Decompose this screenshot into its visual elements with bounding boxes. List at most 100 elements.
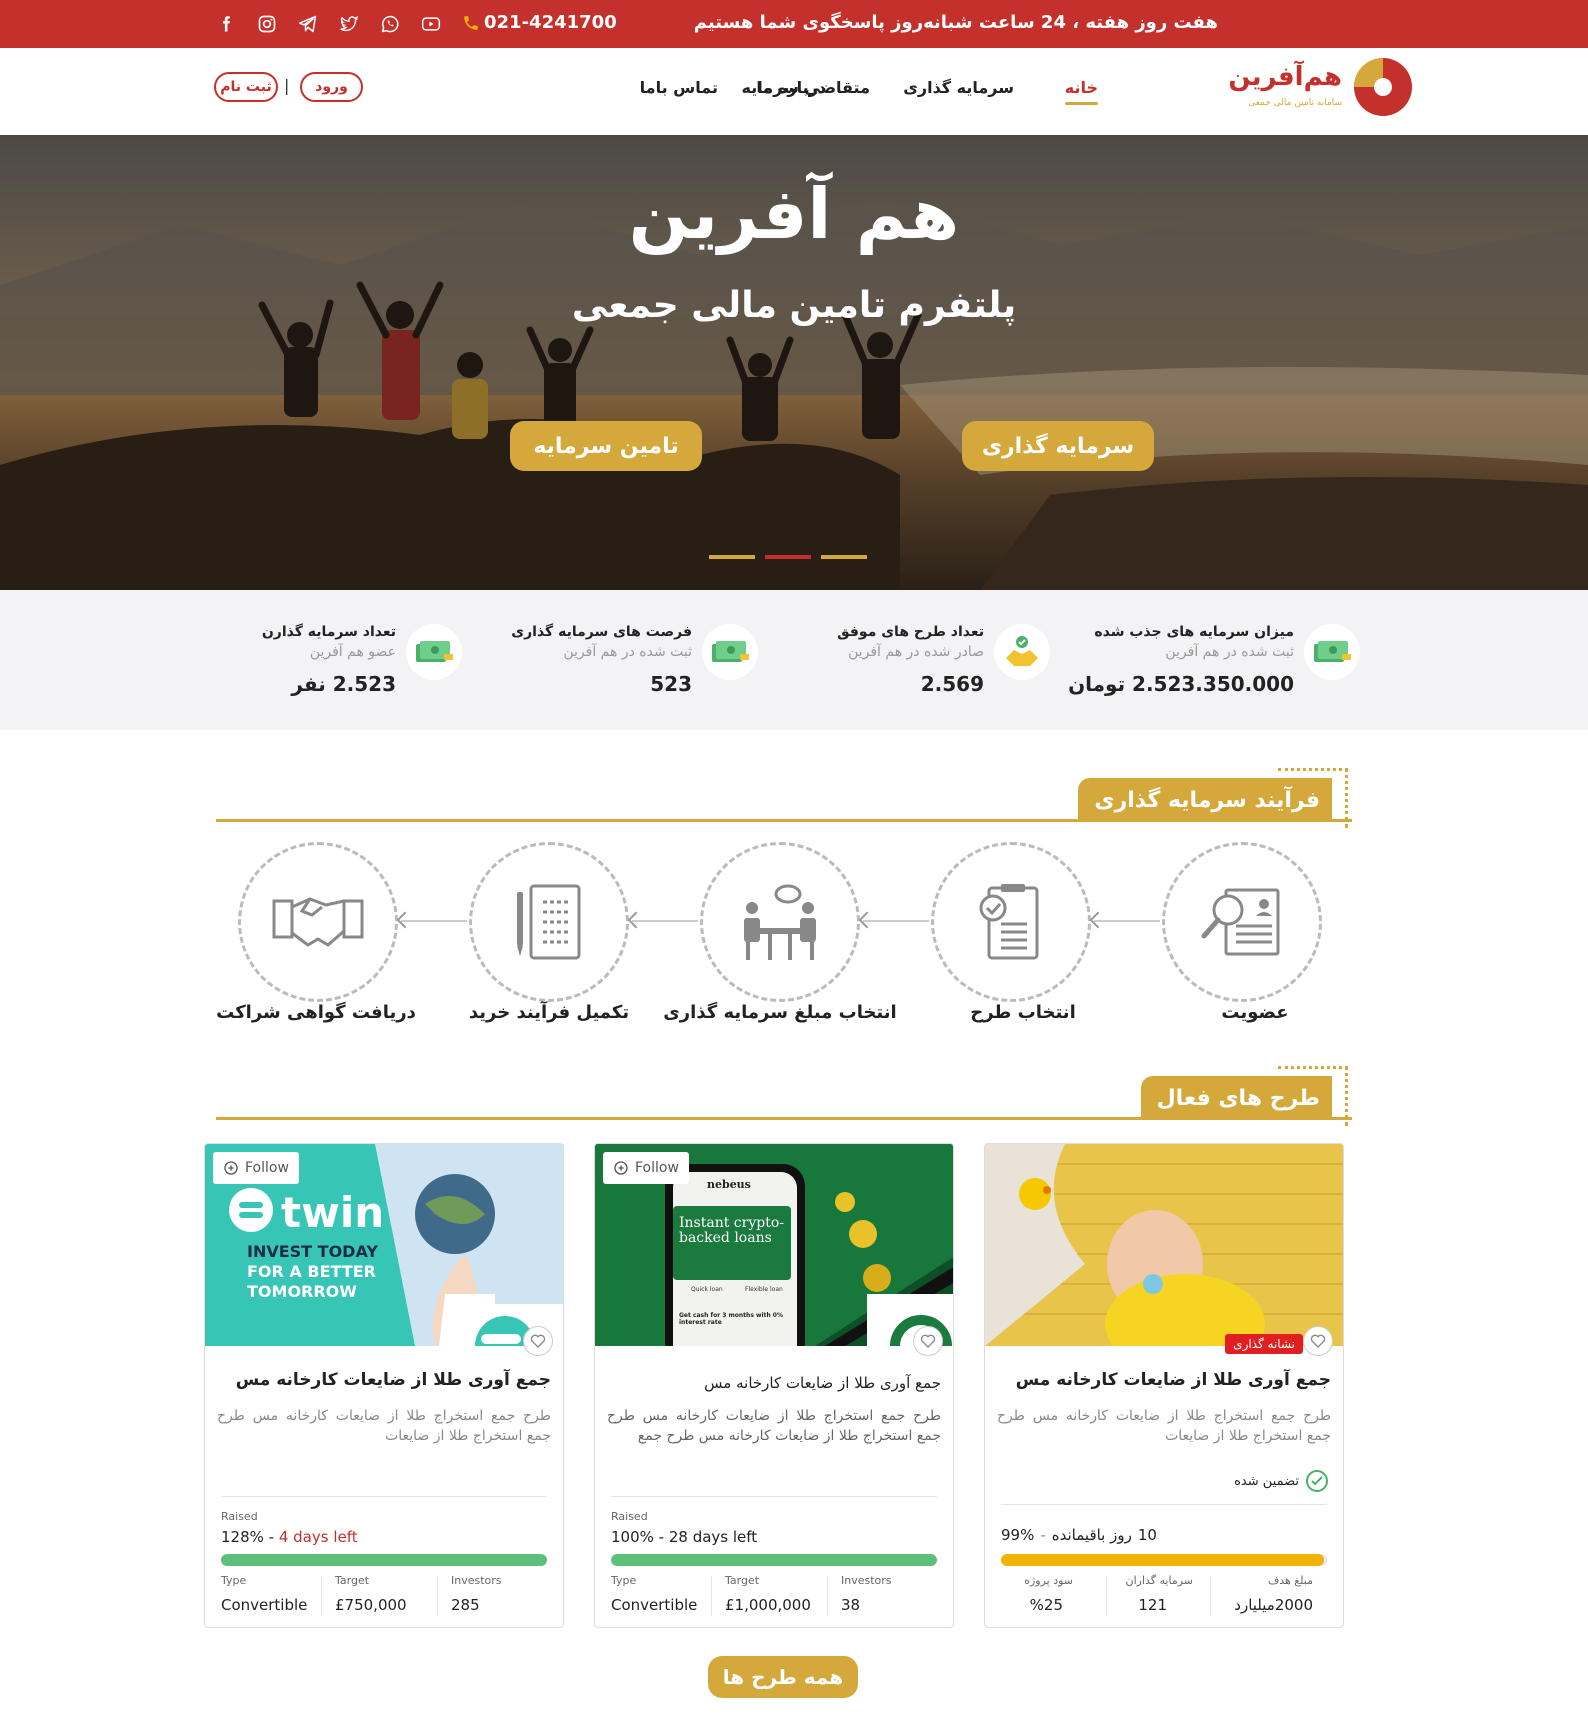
ad-tagline-line3: TOMORROW bbox=[247, 1282, 357, 1301]
nav-item-contact[interactable]: تماس باما bbox=[640, 78, 718, 97]
app-tab-flexible: Flexible loan bbox=[745, 1286, 783, 1293]
stat-subtitle: عضو هم آفرین bbox=[309, 644, 396, 660]
app-headline: Instant crypto-backed loans bbox=[679, 1215, 784, 1246]
divider bbox=[1001, 1504, 1327, 1505]
money-icon bbox=[406, 624, 462, 680]
target-label: مبلغ هدف bbox=[1267, 1574, 1313, 1587]
divider bbox=[321, 1576, 322, 1616]
heart-icon[interactable] bbox=[913, 1326, 943, 1356]
slider-dot-2[interactable] bbox=[765, 555, 811, 559]
target-value: £1,000,000 bbox=[725, 1596, 811, 1614]
step-label-complete-purchase: تکمیل فرآیند خرید bbox=[468, 1002, 630, 1023]
slider-dot-3[interactable] bbox=[821, 555, 867, 559]
project-title[interactable]: جمع آوری طلا از ضایعات کارخانه مس bbox=[704, 1374, 941, 1392]
divider bbox=[611, 1496, 937, 1497]
type-label: Type bbox=[221, 1574, 247, 1587]
stat-subtitle: ثبت شده در هم آفرین bbox=[563, 644, 692, 660]
project-card-baby[interactable]: نشانه گذاری جمع آوری طلا از ضایعات کارخا… bbox=[984, 1143, 1344, 1628]
ad-tagline-line1: INVEST TODAY bbox=[247, 1242, 378, 1261]
follow-label: Follow bbox=[245, 1160, 289, 1176]
investors-label: سرمایه گذاران bbox=[1125, 1574, 1194, 1587]
stat-value: 2.569 bbox=[920, 672, 984, 696]
telegram-icon[interactable] bbox=[296, 12, 320, 36]
login-button[interactable]: ورود bbox=[300, 72, 363, 102]
projects-section-heading: طرح های فعال bbox=[216, 1066, 1352, 1126]
plus-circle-icon bbox=[224, 1161, 238, 1175]
profit-label: سود پروژه bbox=[1024, 1574, 1073, 1587]
meeting-icon bbox=[744, 884, 816, 960]
invest-button[interactable]: سرمایه گذاری bbox=[962, 421, 1154, 471]
heart-icon[interactable] bbox=[1303, 1326, 1333, 1356]
divider bbox=[221, 1496, 547, 1497]
type-value: Convertible bbox=[611, 1596, 698, 1614]
project-description: طرح جمع استخراج طلا از ضایعات کارخانه مس… bbox=[997, 1408, 1331, 1444]
nav-item-about[interactable]: درباره ما bbox=[756, 78, 826, 97]
follow-button[interactable]: Follow bbox=[603, 1152, 689, 1184]
raised-percent: 128% bbox=[221, 1528, 264, 1546]
funding-progress-bar bbox=[1001, 1554, 1327, 1566]
projects-heading: طرح های فعال bbox=[1140, 1076, 1332, 1120]
instagram-icon[interactable] bbox=[255, 12, 279, 36]
app-tab-quick: Quick loan bbox=[691, 1286, 723, 1293]
nav-item-home[interactable]: خانه bbox=[1064, 78, 1099, 105]
days-left: 4 days left bbox=[278, 1528, 358, 1546]
step-membership bbox=[1162, 842, 1322, 1002]
investors-value: 38 bbox=[841, 1596, 861, 1614]
step-choose-amount bbox=[700, 842, 860, 1002]
days-number: 10 bbox=[1137, 1526, 1157, 1544]
social-links bbox=[214, 12, 443, 36]
logo-text: هم‌آفرین bbox=[1228, 62, 1342, 92]
project-title[interactable]: جمع آوری طلا از ضایعات کارخانه مس bbox=[1016, 1370, 1331, 1390]
stat-capital-raised: میزان سرمایه های جذب شده ثبت شده در هم آ… bbox=[1024, 624, 1360, 696]
project-description: طرح جمع استخراج طلا از ضایعات کارخانه مس… bbox=[607, 1408, 941, 1444]
phone-text: 021-4241700 bbox=[484, 12, 617, 33]
step-receive-certificate bbox=[238, 842, 398, 1002]
funding-button[interactable]: تامین سرمایه bbox=[510, 421, 702, 471]
progress-percent: 99% bbox=[1001, 1526, 1035, 1544]
money-icon bbox=[702, 624, 758, 680]
step-label-choose-project: انتخاب طرح bbox=[970, 1002, 1076, 1023]
app-brand: nebeus bbox=[707, 1178, 751, 1191]
progress-fill bbox=[1001, 1554, 1324, 1566]
project-card-twin[interactable]: twin INVEST TODAY FOR A BETTER TOMORROW … bbox=[204, 1143, 564, 1628]
progress-fill bbox=[611, 1554, 937, 1566]
ad-tagline-line2: FOR A BETTER bbox=[247, 1262, 376, 1281]
stat-title: تعداد سرمایه گذارن bbox=[261, 624, 396, 640]
step-choose-project bbox=[931, 842, 1091, 1002]
hero-title: هم آفرین bbox=[628, 173, 960, 255]
phone-number[interactable]: 021-4241700 bbox=[462, 12, 617, 33]
project-title[interactable]: جمع آوری طلا از ضایعات کارخانه مس bbox=[236, 1370, 551, 1390]
days-left: 28 days left bbox=[668, 1528, 758, 1546]
twitter-icon[interactable] bbox=[337, 12, 361, 36]
target-value: 2000میلیارد bbox=[1234, 1596, 1313, 1614]
youtube-icon[interactable] bbox=[419, 12, 443, 36]
progress-fill bbox=[221, 1554, 547, 1566]
stat-investment-opportunities: فرصت های سرمایه گذاری ثبت شده در هم آفری… bbox=[422, 624, 758, 696]
step-arrow bbox=[401, 920, 467, 922]
divider bbox=[1210, 1576, 1211, 1616]
slider-dot-1[interactable] bbox=[709, 555, 755, 559]
days-remaining: 99% - روز باقیمانده 10 bbox=[1001, 1526, 1157, 1544]
nav-item-investment[interactable]: سرمایه گذاری bbox=[903, 78, 1014, 97]
facebook-icon[interactable] bbox=[214, 12, 238, 36]
plus-circle-icon bbox=[614, 1161, 628, 1175]
raised-percent: 100% bbox=[611, 1528, 654, 1546]
step-label-choose-amount: انتخاب مبلغ سرمایه گذاری bbox=[663, 1002, 897, 1023]
whatsapp-icon[interactable] bbox=[378, 12, 402, 36]
project-card-nebeus[interactable]: nebeus Instant crypto-backed loans Quick… bbox=[594, 1143, 954, 1628]
document-icon bbox=[517, 884, 581, 960]
type-value: Convertible bbox=[221, 1596, 308, 1614]
hero-banner: هم آفرین پلتفرم تامین مالی جمعی سرمایه گ… bbox=[0, 135, 1588, 590]
register-button[interactable]: ثبت نام bbox=[214, 72, 278, 102]
funding-progress-bar bbox=[221, 1554, 547, 1566]
logo-subtitle: سامانه تامین مالی جمعی bbox=[1248, 98, 1342, 108]
stat-value: 523 bbox=[650, 672, 692, 696]
stats-bar: میزان سرمایه های جذب شده ثبت شده در هم آ… bbox=[0, 590, 1588, 730]
heart-icon[interactable] bbox=[523, 1326, 553, 1356]
logo-icon[interactable] bbox=[1352, 56, 1414, 118]
follow-button[interactable]: Follow bbox=[213, 1152, 299, 1184]
step-arrow bbox=[863, 920, 929, 922]
all-projects-button[interactable]: همه طرح ها bbox=[708, 1656, 858, 1698]
raised-label: Raised bbox=[221, 1510, 258, 1523]
divider bbox=[711, 1576, 712, 1616]
